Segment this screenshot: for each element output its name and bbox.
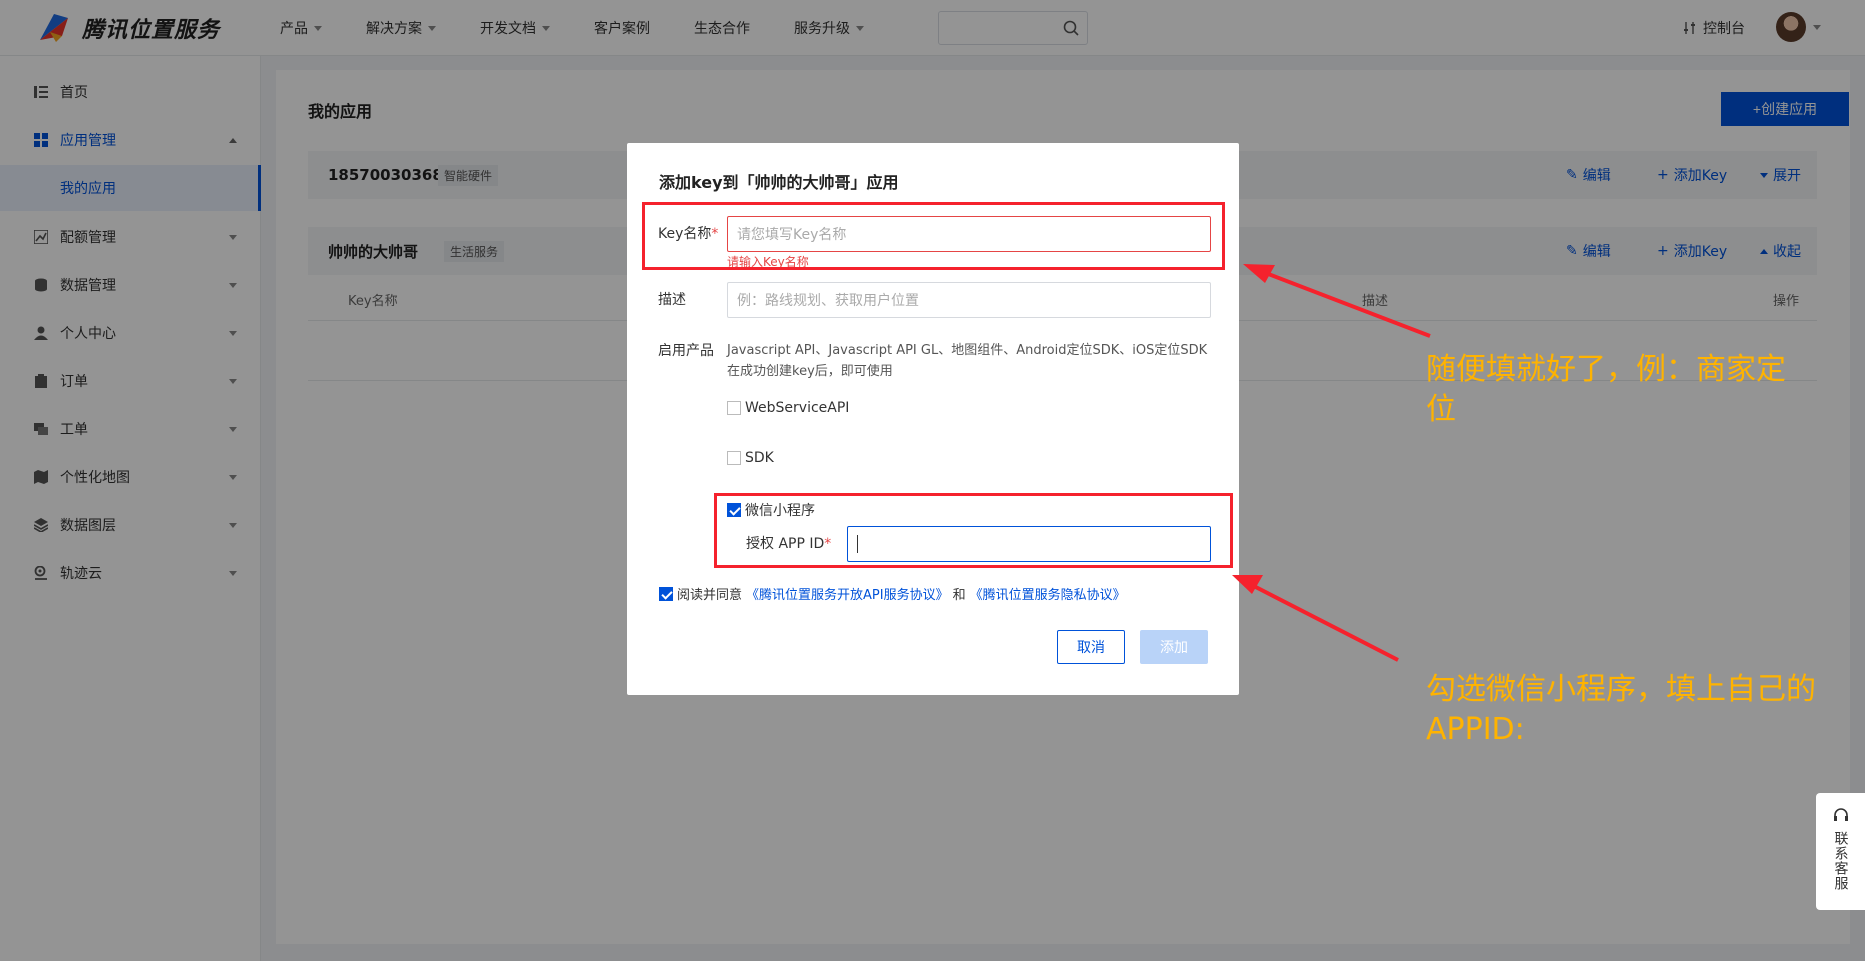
contact-label: 联系客服 (1832, 831, 1849, 891)
contact-service-tab[interactable]: 联系客服 (1816, 793, 1865, 910)
annotation-note-appid: 勾选微信小程序，填上自己的APPID: (1426, 672, 1816, 747)
annotation-note-key-name: 随便填就好了，例：商家定位 (1426, 352, 1786, 427)
annotation-arrows (1232, 264, 1431, 662)
arrow-to-key-name (1243, 264, 1431, 338)
headset-icon (1833, 808, 1848, 821)
arrow-to-appid (1232, 575, 1399, 662)
